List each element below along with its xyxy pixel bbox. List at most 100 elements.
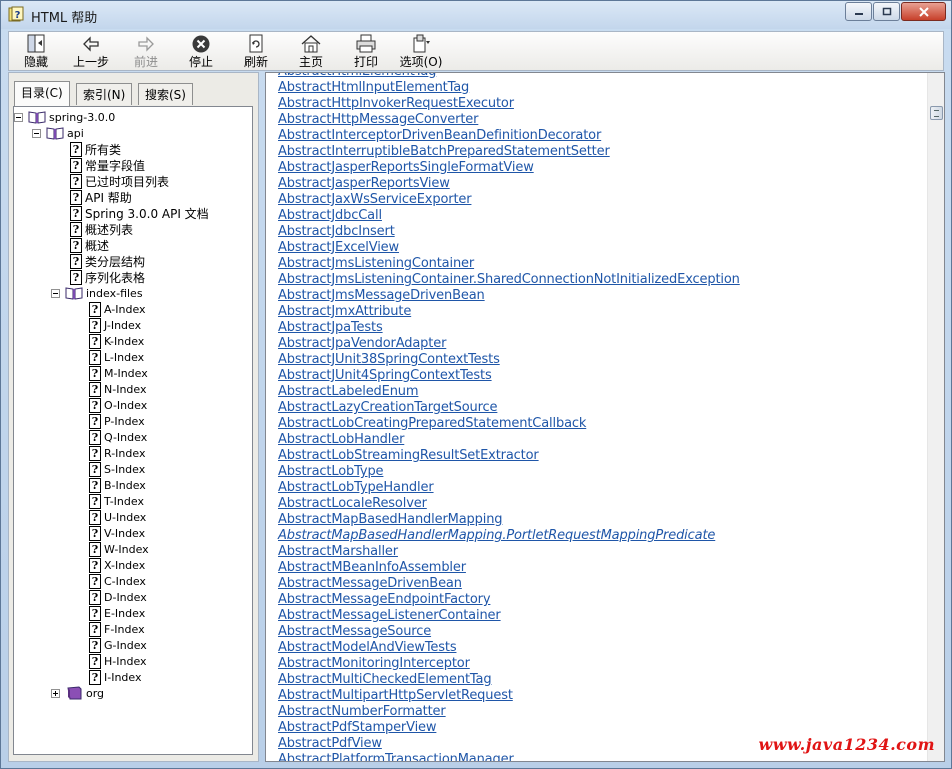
class-link[interactable]: AbstractJasperReportsSingleFormatView <box>278 160 740 176</box>
class-link[interactable]: AbstractJpaVendorAdapter <box>278 336 740 352</box>
class-link[interactable]: AbstractLobType <box>278 464 740 480</box>
tree-page-item[interactable]: ? G-Index <box>89 637 147 653</box>
collapse-api-toggle[interactable] <box>32 129 41 138</box>
tree-page-item[interactable]: ? Q-Index <box>89 429 147 445</box>
tree-node-api[interactable]: api <box>46 125 84 141</box>
collapse-index-files-toggle[interactable] <box>51 289 60 298</box>
tree-page-item[interactable]: ? I-Index <box>89 669 142 685</box>
class-link[interactable]: AbstractMultiCheckedElementTag <box>278 672 740 688</box>
class-link[interactable]: AbstractPdfView <box>278 736 740 752</box>
minimize-button[interactable] <box>845 2 872 21</box>
tab-contents[interactable]: 目录(C) <box>14 81 70 106</box>
class-link[interactable]: AbstractJdbcCall <box>278 208 740 224</box>
class-link[interactable]: AbstractMBeanInfoAssembler <box>278 560 740 576</box>
class-link[interactable]: AbstractJpaTests <box>278 320 740 336</box>
class-link[interactable]: AbstractMessageSource <box>278 624 740 640</box>
tree-page-item[interactable]: ? H-Index <box>89 653 147 669</box>
tree-page-item[interactable]: ? V-Index <box>89 525 145 541</box>
class-link[interactable]: AbstractInterruptibleBatchPreparedStatem… <box>278 144 740 160</box>
tree-node-root[interactable]: spring-3.0.0 <box>28 109 115 125</box>
tree-page-item[interactable]: ? 类分层结构 <box>70 253 145 269</box>
maximize-button[interactable] <box>873 2 900 21</box>
tree-page-item[interactable]: ? Spring 3.0.0 API 文档 <box>70 205 209 221</box>
back-button[interactable]: 上一步 <box>68 34 114 70</box>
tree-page-item[interactable]: ? K-Index <box>89 333 144 349</box>
print-button[interactable]: 打印 <box>343 34 389 70</box>
tree-page-item[interactable]: ? F-Index <box>89 621 145 637</box>
class-link[interactable]: AbstractPdfStamperView <box>278 720 740 736</box>
tree-page-item[interactable]: ? 常量字段值 <box>70 157 145 173</box>
tree-page-item[interactable]: ? L-Index <box>89 349 144 365</box>
tree-page-item[interactable]: ? D-Index <box>89 589 147 605</box>
class-link[interactable]: AbstractJUnit4SpringContextTests <box>278 368 740 384</box>
class-link[interactable]: AbstractLobHandler <box>278 432 740 448</box>
class-link[interactable]: AbstractHttpInvokerRequestExecutor <box>278 96 740 112</box>
class-link[interactable]: AbstractPlatformTransactionManager <box>278 752 740 761</box>
tab-index[interactable]: 索引(N) <box>76 83 133 105</box>
class-link[interactable]: AbstractMapBasedHandlerMapping.PortletRe… <box>278 528 740 544</box>
tree-page-item[interactable]: ? N-Index <box>89 381 146 397</box>
class-link[interactable]: AbstractMapBasedHandlerMapping <box>278 512 740 528</box>
class-link[interactable]: AbstractJmsListeningContainer <box>278 256 740 272</box>
options-button[interactable]: 选项(O) <box>396 34 446 70</box>
tree-page-item[interactable]: ? P-Index <box>89 413 145 429</box>
tree-page-item[interactable]: ? S-Index <box>89 461 145 477</box>
tree-page-item[interactable]: ? U-Index <box>89 509 146 525</box>
tree-node-index-files[interactable]: index-files <box>65 285 143 301</box>
tree-page-item[interactable]: ? O-Index <box>89 397 147 413</box>
refresh-button[interactable]: 刷新 <box>233 34 279 70</box>
stop-button[interactable]: 停止 <box>178 34 224 70</box>
class-link[interactable]: AbstractJasperReportsView <box>278 176 740 192</box>
class-link[interactable]: AbstractLobTypeHandler <box>278 480 740 496</box>
class-link[interactable]: AbstractHttpMessageConverter <box>278 112 740 128</box>
tree-page-item[interactable]: ? 概述 <box>70 237 109 253</box>
tree-page-item[interactable]: ? 所有类 <box>70 141 121 157</box>
tree-page-item[interactable]: ? X-Index <box>89 557 145 573</box>
tree-page-item[interactable]: ? 概述列表 <box>70 221 133 237</box>
tree-node-org[interactable]: org <box>65 685 104 701</box>
tree-page-item[interactable]: ? C-Index <box>89 573 146 589</box>
class-link[interactable]: AbstractJaxWsServiceExporter <box>278 192 740 208</box>
title-bar[interactable]: ? HTML 帮助 <box>1 1 951 29</box>
close-window-button[interactable] <box>901 2 946 21</box>
class-link[interactable]: AbstractHtmlElementTag <box>278 73 740 80</box>
class-link[interactable]: AbstractMonitoringInterceptor <box>278 656 740 672</box>
tree-page-item[interactable]: ? E-Index <box>89 605 145 621</box>
collapse-root-toggle[interactable] <box>14 113 23 122</box>
class-link[interactable]: AbstractMessageListenerContainer <box>278 608 740 624</box>
tab-search[interactable]: 搜索(S) <box>138 83 193 105</box>
class-link[interactable]: AbstractJdbcInsert <box>278 224 740 240</box>
class-link[interactable]: AbstractJmxAttribute <box>278 304 740 320</box>
hide-button[interactable]: 隐藏 <box>13 34 59 70</box>
class-link[interactable]: AbstractJExcelView <box>278 240 740 256</box>
class-link[interactable]: AbstractInterceptorDrivenBeanDefinitionD… <box>278 128 740 144</box>
class-link[interactable]: AbstractModelAndViewTests <box>278 640 740 656</box>
tree-page-item[interactable]: ? J-Index <box>89 317 141 333</box>
class-link[interactable]: AbstractLazyCreationTargetSource <box>278 400 740 416</box>
class-link[interactable]: AbstractLobCreatingPreparedStatementCall… <box>278 416 740 432</box>
class-link[interactable]: AbstractHtmlInputElementTag <box>278 80 740 96</box>
home-button[interactable]: 主页 <box>288 34 334 70</box>
tree-page-item[interactable]: ? 已过时项目列表 <box>70 173 169 189</box>
class-link[interactable]: AbstractLobStreamingResultSetExtractor <box>278 448 740 464</box>
tree-page-item[interactable]: ? R-Index <box>89 445 145 461</box>
tree-page-item[interactable]: ? A-Index <box>89 301 146 317</box>
scrollbar-thumb[interactable] <box>930 106 943 120</box>
expand-org-toggle[interactable] <box>51 689 60 698</box>
tree-page-item[interactable]: ? T-Index <box>89 493 144 509</box>
tree-page-item[interactable]: ? M-Index <box>89 365 148 381</box>
class-link[interactable]: AbstractLabeledEnum <box>278 384 740 400</box>
tree-page-item[interactable]: ? W-Index <box>89 541 149 557</box>
class-link[interactable]: AbstractJUnit38SpringContextTests <box>278 352 740 368</box>
forward-button[interactable]: 前进 <box>123 34 169 70</box>
tree-page-item[interactable]: ? B-Index <box>89 477 146 493</box>
vertical-scrollbar[interactable] <box>927 73 944 761</box>
class-link[interactable]: AbstractLocaleResolver <box>278 496 740 512</box>
class-link[interactable]: AbstractMultipartHttpServletRequest <box>278 688 740 704</box>
tree-page-item[interactable]: ? API 帮助 <box>70 189 132 205</box>
class-link[interactable]: AbstractMessageDrivenBean <box>278 576 740 592</box>
class-link[interactable]: AbstractNumberFormatter <box>278 704 740 720</box>
class-link[interactable]: AbstractJmsListeningContainer.SharedConn… <box>278 272 740 288</box>
class-link[interactable]: AbstractMarshaller <box>278 544 740 560</box>
class-link[interactable]: AbstractJmsMessageDrivenBean <box>278 288 740 304</box>
